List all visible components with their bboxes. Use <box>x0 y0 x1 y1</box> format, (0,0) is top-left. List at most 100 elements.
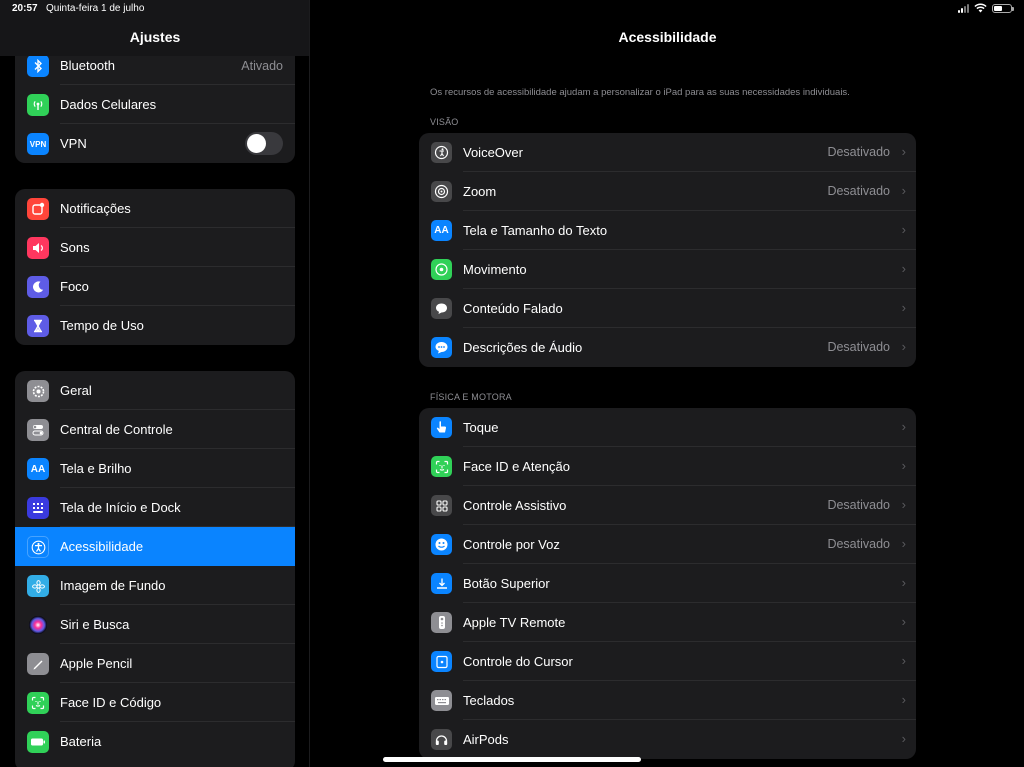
sidebar-item-label: Siri e Busca <box>60 617 130 632</box>
home-indicator[interactable] <box>383 757 641 762</box>
physical-motor-group: Toque › Face ID e Atenção › Controle Ass… <box>419 408 916 759</box>
row-label: Tela e Tamanho do Texto <box>463 223 608 238</box>
chevron-right-icon: › <box>901 731 906 746</box>
row-switch-control[interactable]: Controle Assistivo Desativado › <box>419 486 916 525</box>
row-voice-control[interactable]: Controle por Voz Desativado › <box>419 525 916 564</box>
sidebar-item-label: Apple Pencil <box>60 656 133 671</box>
row-value: Desativado <box>827 184 890 198</box>
motion-icon <box>431 259 452 280</box>
settings-sidebar[interactable]: Ajustes Bluetooth Ativado Dados Celulare… <box>0 0 310 767</box>
sidebar-item-siri[interactable]: Siri e Busca <box>15 605 295 644</box>
bluetooth-icon <box>27 55 49 77</box>
top-button-icon <box>431 573 452 594</box>
audio-description-icon <box>431 337 452 358</box>
status-bar: 20:57 Quinta-feira 1 de julho <box>0 0 1024 18</box>
speech-bubble-icon <box>431 298 452 319</box>
sidebar-item-focus[interactable]: Foco <box>15 267 295 306</box>
chevron-right-icon: › <box>901 144 906 159</box>
sidebar-item-label: Acessibilidade <box>60 539 144 554</box>
chevron-right-icon: › <box>901 300 906 315</box>
flower-icon <box>27 575 49 597</box>
row-voiceover[interactable]: VoiceOver Desativado › <box>419 133 916 172</box>
sidebar-item-label: Geral <box>60 383 92 398</box>
moon-icon <box>27 276 49 298</box>
sidebar-group-general: Geral Central de Controle AA Tela e Bril… <box>15 371 295 767</box>
vpn-toggle[interactable] <box>245 132 283 155</box>
sidebar-item-battery[interactable]: Bateria <box>15 722 295 761</box>
row-label: Controle do Cursor <box>463 654 573 669</box>
sidebar-item-label: Bateria <box>60 734 102 749</box>
siri-icon <box>27 614 49 636</box>
sidebar-item-notifications[interactable]: Notificações <box>15 189 295 228</box>
row-value: Desativado <box>827 537 890 551</box>
sidebar-item-home-screen[interactable]: Tela de Início e Dock <box>15 488 295 527</box>
text-size-icon: AA <box>27 458 49 480</box>
remote-icon <box>431 612 452 633</box>
row-apple-tv-remote[interactable]: Apple TV Remote › <box>419 603 916 642</box>
bluetooth-status: Ativado <box>241 58 283 73</box>
row-motion[interactable]: Movimento › <box>419 250 916 289</box>
face-id-icon <box>431 456 452 477</box>
row-display-text-size[interactable]: AA Tela e Tamanho do Texto › <box>419 211 916 250</box>
page-title: Acessibilidade <box>618 29 717 45</box>
row-spoken-content[interactable]: Conteúdo Falado › <box>419 289 916 328</box>
sidebar-item-control-center[interactable]: Central de Controle <box>15 410 295 449</box>
zoom-icon <box>431 181 452 202</box>
sidebar-item-sounds[interactable]: Sons <box>15 228 295 267</box>
battery-icon <box>27 731 49 753</box>
sidebar-item-label: Foco <box>60 279 89 294</box>
sidebar-item-accessibility[interactable]: Acessibilidade <box>15 527 295 566</box>
row-top-button[interactable]: Botão Superior › <box>419 564 916 603</box>
voiceover-icon <box>431 142 452 163</box>
row-label: Movimento <box>463 262 527 277</box>
chevron-right-icon: › <box>901 458 906 473</box>
sidebar-item-general[interactable]: Geral <box>15 371 295 410</box>
sidebar-item-label: Imagem de Fundo <box>60 578 166 593</box>
row-label: Apple TV Remote <box>463 615 566 630</box>
sidebar-group-notifications: Notificações Sons Foco Tempo de Uso <box>15 189 295 345</box>
row-face-id-attention[interactable]: Face ID e Atenção › <box>419 447 916 486</box>
row-touch[interactable]: Toque › <box>419 408 916 447</box>
voice-control-icon <box>431 534 452 555</box>
sidebar-item-cellular[interactable]: Dados Celulares <box>15 85 295 124</box>
vpn-icon: VPN <box>27 133 49 155</box>
battery-status-icon <box>992 3 1014 13</box>
section-title-vision: VISÃO <box>430 117 459 127</box>
sidebar-item-label: Tela e Brilho <box>60 461 132 476</box>
chevron-right-icon: › <box>901 261 906 276</box>
sidebar-item-face-id[interactable]: Face ID e Código <box>15 683 295 722</box>
row-pointer-control[interactable]: Controle do Cursor › <box>419 642 916 681</box>
grid-icon <box>27 497 49 519</box>
sidebar-item-apple-pencil[interactable]: Apple Pencil <box>15 644 295 683</box>
face-id-icon <box>27 692 49 714</box>
sidebar-title: Ajustes <box>129 29 181 45</box>
row-value: Desativado <box>827 498 890 512</box>
row-value: Desativado <box>827 145 890 159</box>
keyboard-icon <box>431 690 452 711</box>
row-audio-descriptions[interactable]: Descrições de Áudio Desativado › <box>419 328 916 367</box>
row-label: Face ID e Atenção <box>463 459 570 474</box>
sidebar-item-wallpaper[interactable]: Imagem de Fundo <box>15 566 295 605</box>
status-indicators <box>958 3 1014 13</box>
row-airpods[interactable]: AirPods › <box>419 720 916 759</box>
sidebar-item-display[interactable]: AA Tela e Brilho <box>15 449 295 488</box>
sidebar-item-screen-time[interactable]: Tempo de Uso <box>15 306 295 345</box>
sidebar-item-label: Notificações <box>60 201 131 216</box>
row-zoom[interactable]: Zoom Desativado › <box>419 172 916 211</box>
status-time: 20:57 <box>12 3 38 14</box>
sidebar-item-label: Bluetooth <box>60 58 115 73</box>
sidebar-item-vpn[interactable]: VPN VPN <box>15 124 295 163</box>
row-label: Teclados <box>463 693 515 708</box>
accessibility-icon <box>27 536 49 558</box>
chevron-right-icon: › <box>901 536 906 551</box>
row-keyboards[interactable]: Teclados › <box>419 681 916 720</box>
cellular-signal-icon <box>958 3 969 13</box>
status-date: Quinta-feira 1 de julho <box>46 3 145 14</box>
pencil-icon <box>27 653 49 675</box>
chevron-right-icon: › <box>901 497 906 512</box>
gear-icon <box>27 380 49 402</box>
hand-touch-icon <box>431 417 452 438</box>
antenna-icon <box>27 94 49 116</box>
accessibility-panel[interactable]: Acessibilidade Os recursos de acessibili… <box>311 0 1024 767</box>
chevron-right-icon: › <box>901 183 906 198</box>
